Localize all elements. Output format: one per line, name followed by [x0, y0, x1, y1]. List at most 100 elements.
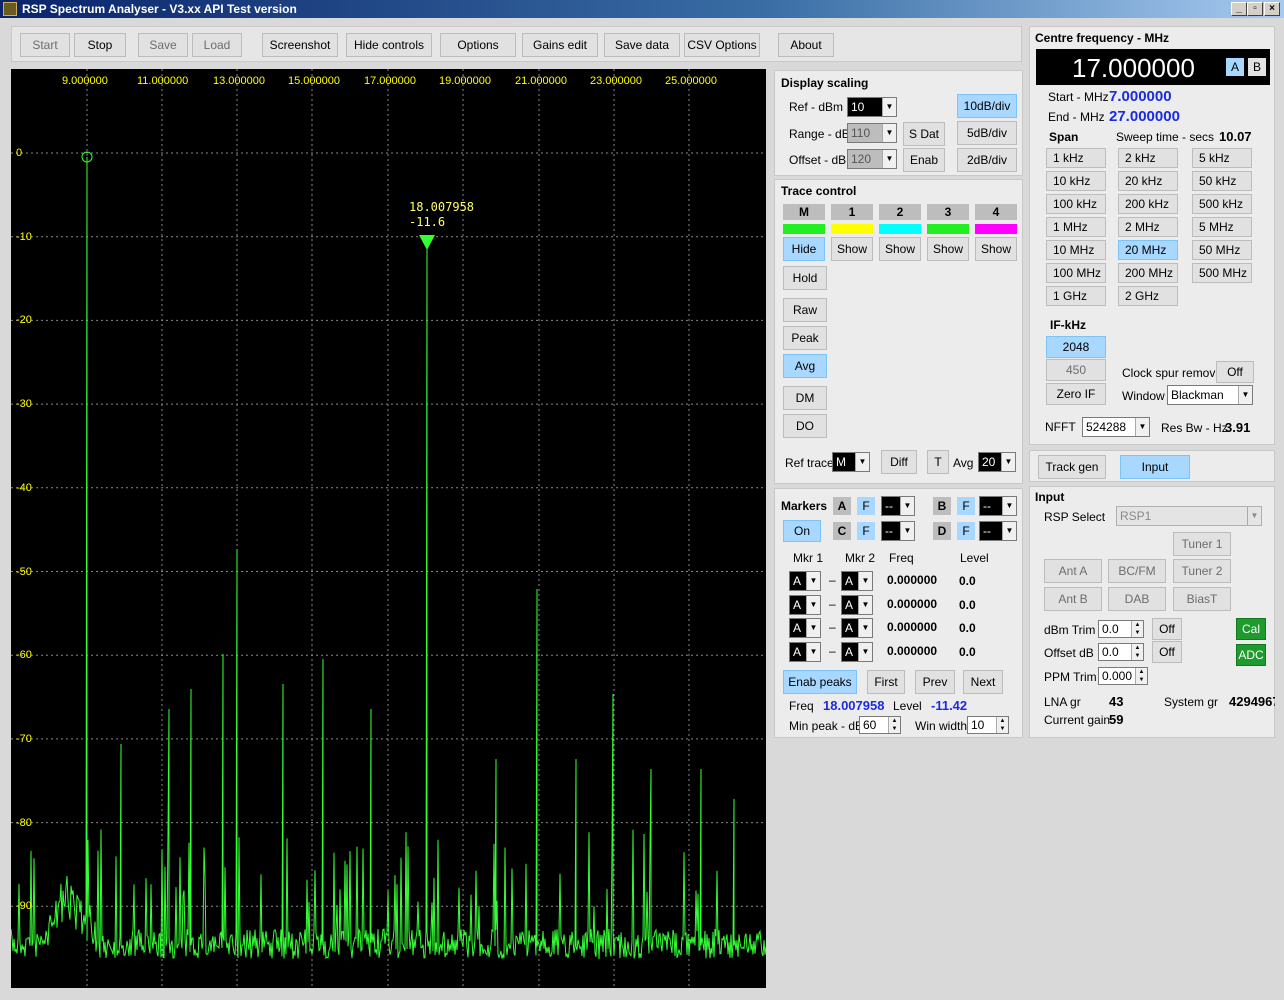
span-2-khz-button[interactable]: 2 kHz	[1118, 148, 1178, 168]
bcfm-button[interactable]: BC/FM	[1108, 559, 1166, 583]
tuner1-button[interactable]: Tuner 1	[1173, 532, 1231, 556]
marker-b-button[interactable]: B	[933, 497, 951, 515]
span-200-mhz-button[interactable]: 200 MHz	[1118, 263, 1178, 283]
marker-a-f-button[interactable]: F	[857, 497, 875, 515]
mkr2-combo[interactable]: A ▼	[841, 594, 873, 615]
dbm-trim-off-button[interactable]: Off	[1152, 618, 1182, 640]
win-width-input[interactable]: 10 ▲ ▼	[967, 716, 1009, 734]
ppm-trim-input[interactable]: 0.000 ▲ ▼	[1098, 667, 1148, 685]
clock-spur-button[interactable]: Off	[1216, 361, 1254, 383]
span-50-khz-button[interactable]: 50 kHz	[1192, 171, 1252, 191]
span-2-ghz-button[interactable]: 2 GHz	[1118, 286, 1178, 306]
t-button[interactable]: T	[927, 450, 949, 474]
span-1-mhz-button[interactable]: 1 MHz	[1046, 217, 1106, 237]
span-200-khz-button[interactable]: 200 kHz	[1118, 194, 1178, 214]
span-100-khz-button[interactable]: 100 kHz	[1046, 194, 1106, 214]
avg-button[interactable]: Avg	[783, 354, 827, 378]
restore-icon[interactable]: ▫	[1247, 2, 1263, 16]
avg-combo[interactable]: 20 ▼	[978, 452, 1016, 472]
dbm-trim-input[interactable]: 0.0 ▲ ▼	[1098, 620, 1144, 638]
options-button[interactable]: Options	[440, 33, 516, 57]
hide-controls-button[interactable]: Hide controls	[346, 33, 432, 57]
spectrum-plot[interactable]: 18.007958 -11.6	[11, 69, 766, 988]
marker-d-f-button[interactable]: F	[957, 522, 975, 540]
ref-combo[interactable]: 10 ▼	[847, 97, 897, 117]
trace-3-toggle-button[interactable]: Show	[927, 237, 969, 261]
mkr1-combo[interactable]: A ▼	[789, 641, 821, 662]
marker-d-combo[interactable]: -- ▼	[979, 521, 1017, 541]
gains-edit-button[interactable]: Gains edit	[522, 33, 598, 57]
offset-combo[interactable]: 120 ▼	[847, 149, 897, 169]
span-5-mhz-button[interactable]: 5 MHz	[1192, 217, 1252, 237]
adc-button[interactable]: ADC	[1236, 644, 1266, 666]
minimize-icon[interactable]: _	[1231, 2, 1247, 16]
centre-freq-display[interactable]: 17.000000 A B	[1036, 49, 1270, 85]
range-combo[interactable]: 110 ▼	[847, 123, 897, 143]
span-20-mhz-button[interactable]: 20 MHz	[1118, 240, 1178, 260]
centre-b-button[interactable]: B	[1248, 58, 1266, 76]
span-1-ghz-button[interactable]: 1 GHz	[1046, 286, 1106, 306]
if-450-button[interactable]: 450	[1046, 359, 1106, 381]
nfft-combo[interactable]: 524288 ▼	[1082, 417, 1150, 437]
ant-b-button[interactable]: Ant B	[1044, 587, 1102, 611]
raw-button[interactable]: Raw	[783, 298, 827, 322]
mkr1-combo[interactable]: A ▼	[789, 571, 821, 591]
span-10-mhz-button[interactable]: 10 MHz	[1046, 240, 1106, 260]
spin-arrows-icon[interactable]: ▲ ▼	[888, 717, 900, 733]
trace-M-toggle-button[interactable]: Hide	[783, 237, 825, 261]
markers-on-button[interactable]: On	[783, 520, 821, 542]
marker-d-button[interactable]: D	[933, 522, 951, 540]
span-50-mhz-button[interactable]: 50 MHz	[1192, 240, 1252, 260]
zero-if-button[interactable]: Zero IF	[1046, 383, 1106, 405]
marker-a-button[interactable]: A	[833, 497, 851, 515]
do-button[interactable]: DO	[783, 414, 827, 438]
window-combo[interactable]: Blackman ▼	[1167, 385, 1253, 405]
hold-button[interactable]: Hold	[783, 266, 827, 290]
biast-button[interactable]: BiasT	[1173, 587, 1231, 611]
dm-button[interactable]: DM	[783, 386, 827, 410]
span-10-khz-button[interactable]: 10 kHz	[1046, 171, 1106, 191]
about-button[interactable]: About	[778, 33, 834, 57]
cal-button[interactable]: Cal	[1236, 618, 1266, 640]
5db-div-button[interactable]: 5dB/div	[957, 121, 1017, 145]
mkr1-combo[interactable]: A ▼	[789, 618, 821, 638]
span-20-khz-button[interactable]: 20 kHz	[1118, 171, 1178, 191]
marker-c-combo[interactable]: -- ▼	[881, 521, 915, 541]
enab-peaks-button[interactable]: Enab peaks	[783, 670, 857, 694]
sdat-button[interactable]: S Dat	[903, 122, 945, 146]
if-2048-button[interactable]: 2048	[1046, 336, 1106, 358]
tab-input[interactable]: Input	[1120, 455, 1190, 479]
first-button[interactable]: First	[867, 670, 905, 694]
tab-track-gen[interactable]: Track gen	[1038, 455, 1106, 479]
span-500-mhz-button[interactable]: 500 MHz	[1192, 263, 1252, 283]
offset-db-off-button[interactable]: Off	[1152, 641, 1182, 663]
span-1-khz-button[interactable]: 1 kHz	[1046, 148, 1106, 168]
marker-a-combo[interactable]: -- ▼	[881, 496, 915, 516]
prev-button[interactable]: Prev	[915, 670, 955, 694]
next-button[interactable]: Next	[963, 670, 1003, 694]
load-button[interactable]: Load	[192, 33, 242, 57]
spin-arrows-icon[interactable]: ▲ ▼	[1131, 621, 1143, 637]
diff-button[interactable]: Diff	[881, 450, 917, 474]
ref-trace-combo[interactable]: M ▼	[832, 452, 870, 472]
span-2-mhz-button[interactable]: 2 MHz	[1118, 217, 1178, 237]
enab-button[interactable]: Enab	[903, 148, 945, 172]
marker-c-f-button[interactable]: F	[857, 522, 875, 540]
mkr2-combo[interactable]: A ▼	[841, 641, 873, 662]
span-500-khz-button[interactable]: 500 kHz	[1192, 194, 1252, 214]
marker-b-f-button[interactable]: F	[957, 497, 975, 515]
tuner2-button[interactable]: Tuner 2	[1173, 559, 1231, 583]
min-peak-input[interactable]: 60 ▲ ▼	[859, 716, 901, 734]
ant-a-button[interactable]: Ant A	[1044, 559, 1102, 583]
10db-div-button[interactable]: 10dB/div	[957, 94, 1017, 118]
mkr2-combo[interactable]: A ▼	[841, 618, 873, 638]
mkr1-combo[interactable]: A ▼	[789, 594, 821, 615]
span-5-khz-button[interactable]: 5 kHz	[1192, 148, 1252, 168]
stop-button[interactable]: Stop	[74, 33, 126, 57]
marker-b-combo[interactable]: -- ▼	[979, 496, 1017, 516]
2db-div-button[interactable]: 2dB/div	[957, 148, 1017, 172]
mkr2-combo[interactable]: A ▼	[841, 571, 873, 591]
offset-db-input[interactable]: 0.0 ▲ ▼	[1098, 643, 1144, 661]
rsp-select-combo[interactable]: RSP1 ▼	[1116, 506, 1262, 526]
save-button[interactable]: Save	[138, 33, 188, 57]
